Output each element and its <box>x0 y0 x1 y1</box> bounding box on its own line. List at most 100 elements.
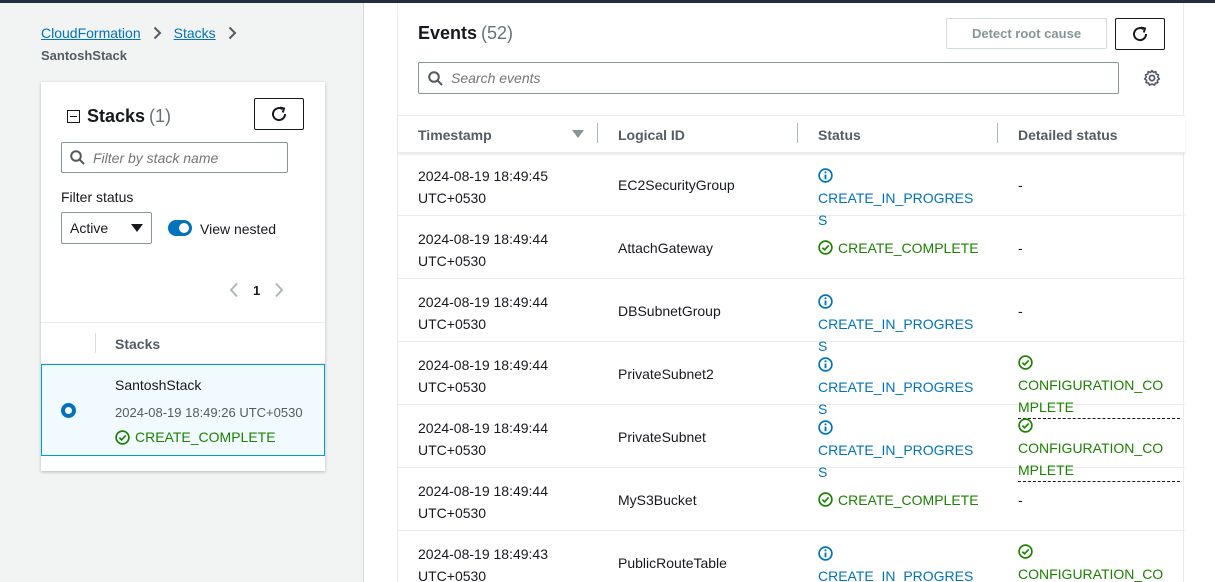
chevron-right-icon <box>228 26 237 40</box>
page-number[interactable]: 1 <box>253 283 260 298</box>
event-timestamp: 2024-08-19 18:49:44 UTC+0530 <box>418 480 588 524</box>
breadcrumb-cloudformation-link[interactable]: CloudFormation <box>41 25 141 41</box>
column-header-detailed-status[interactable]: Detailed status <box>1018 127 1118 143</box>
events-panel: Events(52) Detect root cause Timestamp L… <box>397 3 1185 582</box>
event-row: 2024-08-19 18:49:44 UTC+0530 PrivateSubnet… <box>398 342 1185 419</box>
info-icon <box>818 420 833 435</box>
view-nested-toggle[interactable] <box>168 220 192 236</box>
stacks-count: (1) <box>149 106 172 126</box>
event-status: CREATE_COMPLETE <box>818 216 988 279</box>
stacks-table-header: Stacks <box>41 322 325 364</box>
event-logical-id: PublicRouteTable <box>618 554 727 571</box>
event-detailed-status: - <box>1018 216 1180 279</box>
breadcrumb: CloudFormation Stacks <box>41 25 249 41</box>
event-detail-text: - <box>1018 239 1023 256</box>
success-check-icon <box>1018 355 1033 370</box>
event-date: 2024-08-19 18:49:44 <box>418 483 548 499</box>
event-logical-id: DBSubnetGroup <box>618 302 721 319</box>
stack-status: CREATE_COMPLETE <box>115 429 276 445</box>
event-row: 2024-08-19 18:49:43 UTC+0530 PublicRouteTa… <box>398 531 1185 582</box>
stack-name-filter[interactable] <box>61 142 288 173</box>
event-status-text: CREATE_IN_PROGRES <box>818 379 974 395</box>
column-divider <box>997 123 998 143</box>
settings-gear-icon[interactable] <box>1143 69 1161 87</box>
events-refresh-button[interactable] <box>1115 18 1165 50</box>
stack-timestamp: 2024-08-19 18:49:26 UTC+0530 <box>115 405 303 420</box>
event-detail-text: CONFIGURATION_CO <box>1018 566 1164 582</box>
event-timezone: UTC+0530 <box>418 442 487 458</box>
events-search-input[interactable] <box>451 70 1051 86</box>
stack-select-radio[interactable] <box>61 403 76 418</box>
status-filter-value: Active <box>70 220 109 236</box>
event-logical-id: EC2SecurityGroup <box>618 176 735 193</box>
event-row: 2024-08-19 18:49:44 UTC+0530 DBSubnetGroup… <box>398 279 1185 354</box>
stack-name-filter-input[interactable] <box>93 149 273 166</box>
column-header-logical-id[interactable]: Logical ID <box>618 127 685 143</box>
event-timezone: UTC+0530 <box>418 190 487 206</box>
event-status-text: CREATE_COMPLETE <box>838 491 979 508</box>
detect-root-cause-button[interactable]: Detect root cause <box>946 18 1107 49</box>
chevron-right-icon <box>153 26 162 40</box>
event-date: 2024-08-19 18:49:44 <box>418 420 548 436</box>
event-row: 2024-08-19 18:49:44 UTC+0530 PrivateSubnet… <box>398 405 1185 482</box>
event-detail-text: - <box>1018 491 1023 508</box>
refresh-icon <box>272 106 287 122</box>
event-timezone: UTC+0530 <box>418 253 487 269</box>
stacks-pagination: 1 <box>229 282 284 298</box>
stack-row[interactable]: SantoshStack 2024-08-19 18:49:26 UTC+053… <box>41 364 325 456</box>
stacks-list-panel: Stacks (1) Filter status Active View nes… <box>41 82 325 471</box>
event-logical-id: PrivateSubnet <box>618 428 706 445</box>
event-detail-text: CONFIGURATION_CO <box>1018 440 1164 456</box>
chevron-left-icon[interactable] <box>229 282 239 298</box>
event-status-text: CREATE_IN_PROGRES <box>818 190 974 206</box>
event-timezone: UTC+0530 <box>418 505 487 521</box>
view-nested-label: View nested <box>200 221 277 237</box>
chevron-right-icon[interactable] <box>274 282 284 298</box>
event-status-text: CREATE_COMPLETE <box>838 239 979 256</box>
events-table-body: 2024-08-19 18:49:45 UTC+0530 EC2SecurityGr… <box>398 153 1185 582</box>
events-search[interactable] <box>418 62 1119 94</box>
stack-name: SantoshStack <box>115 377 202 393</box>
caret-down-icon <box>131 224 143 232</box>
event-row: 2024-08-19 18:49:44 UTC+0530 MyS3Bucket CRE… <box>398 468 1185 531</box>
events-pane: Events(52) Detect root cause Timestamp L… <box>363 3 1215 582</box>
stacks-navigation-pane: CloudFormation Stacks SantoshStack Stack… <box>0 3 363 582</box>
refresh-icon <box>1133 26 1148 42</box>
column-divider <box>95 333 96 353</box>
info-icon <box>818 168 833 183</box>
event-detailed-status: - <box>1018 279 1180 342</box>
info-icon <box>818 357 833 372</box>
event-detail-text: - <box>1018 302 1023 319</box>
sort-descending-icon[interactable] <box>572 130 584 138</box>
event-date: 2024-08-19 18:49:44 <box>418 357 548 373</box>
event-timezone: UTC+0530 <box>418 379 487 395</box>
event-timestamp: 2024-08-19 18:49:44 UTC+0530 <box>418 291 588 335</box>
success-check-icon <box>818 239 833 255</box>
event-timestamp: 2024-08-19 18:49:44 UTC+0530 <box>418 354 588 398</box>
event-timezone: UTC+0530 <box>418 316 487 332</box>
info-icon <box>818 294 833 309</box>
column-header-timestamp[interactable]: Timestamp <box>418 127 492 143</box>
event-status-text: CREATE_IN_PROGRES <box>818 442 974 458</box>
column-header-status[interactable]: Status <box>818 127 861 143</box>
event-date: 2024-08-19 18:49:43 <box>418 546 548 562</box>
success-check-icon <box>1018 418 1033 433</box>
events-table-header: Timestamp Logical ID Status Detailed sta… <box>398 115 1185 153</box>
stacks-refresh-button[interactable] <box>254 98 304 130</box>
stacks-column-header[interactable]: Stacks <box>115 336 160 352</box>
event-status-text: CREATE_IN_PROGRES <box>818 568 974 582</box>
column-divider <box>597 123 598 143</box>
event-detailed-status[interactable]: CONFIGURATION_COMPLETE <box>1018 541 1180 582</box>
success-check-icon <box>818 491 833 507</box>
event-timezone: UTC+0530 <box>418 568 487 582</box>
breadcrumb-current: SantoshStack <box>41 48 127 63</box>
status-filter-select[interactable]: Active <box>61 212 152 244</box>
search-icon <box>428 70 443 86</box>
event-timestamp: 2024-08-19 18:49:44 UTC+0530 <box>418 417 588 461</box>
collapse-icon[interactable] <box>67 110 80 123</box>
event-date: 2024-08-19 18:49:44 <box>418 294 548 310</box>
event-status-text: CREATE_IN_PROGRES <box>818 316 974 332</box>
breadcrumb-stacks-link[interactable]: Stacks <box>174 25 216 41</box>
event-date: 2024-08-19 18:49:45 <box>418 168 548 184</box>
event-timestamp: 2024-08-19 18:49:43 UTC+0530 <box>418 543 588 582</box>
